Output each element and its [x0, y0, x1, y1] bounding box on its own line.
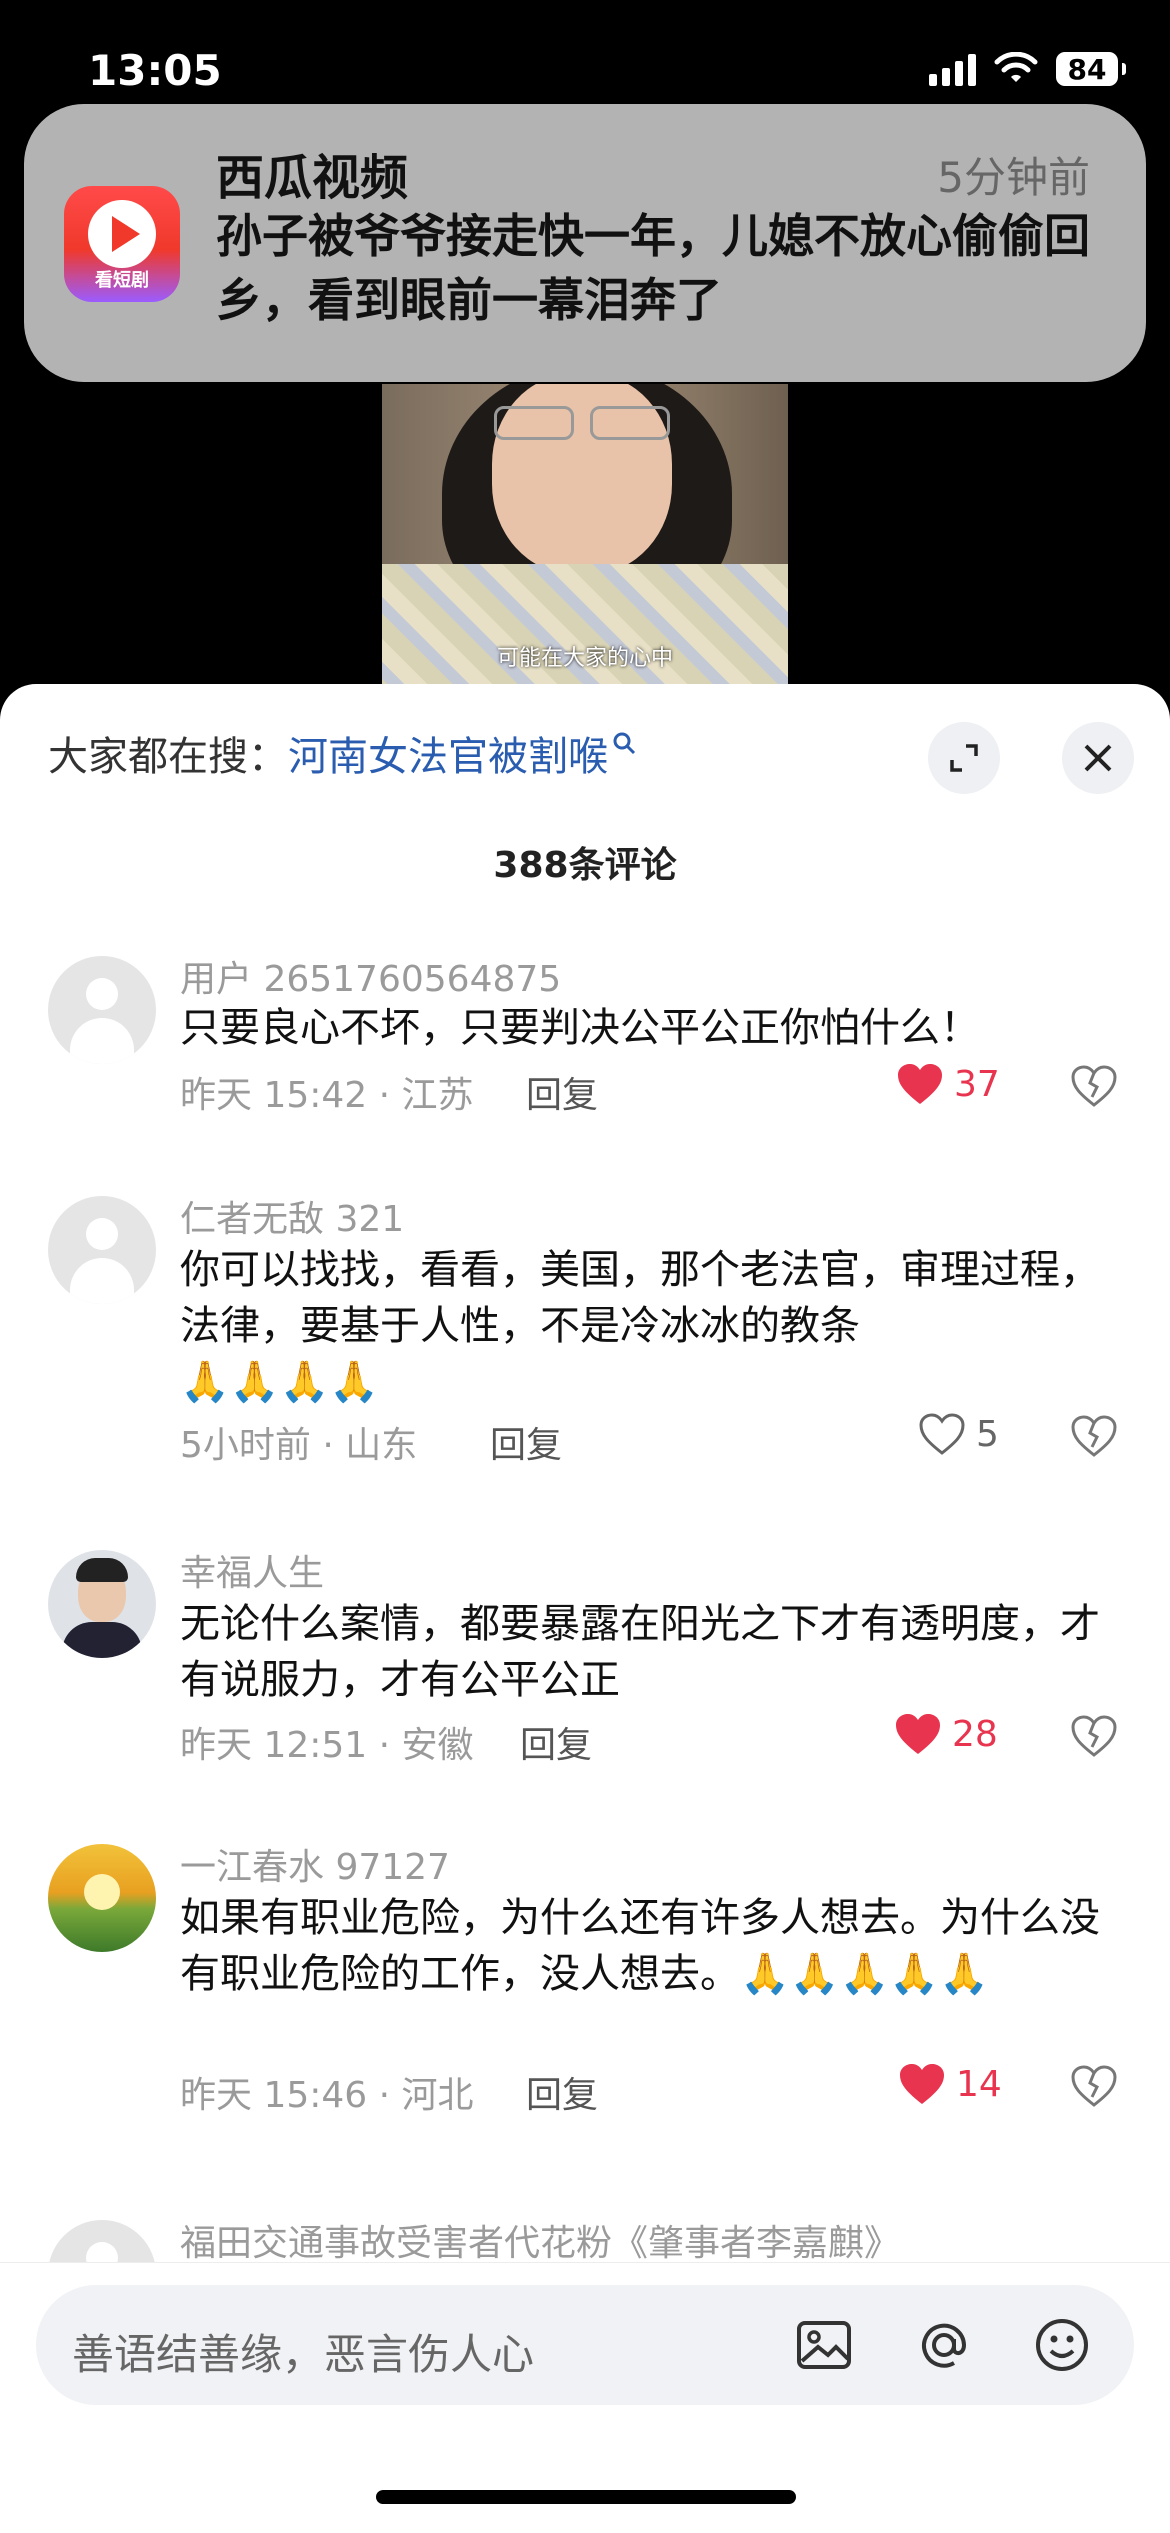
emoji-icon: [1036, 2319, 1088, 2371]
video-subtitle: 可能在大家的心中: [496, 646, 673, 671]
signal-icon: [929, 52, 976, 86]
notification-body: 孙子被爷爷接走快一年，儿媳不放心偷偷回乡，看到眼前一幕泪奔了: [216, 209, 1090, 327]
avatar[interactable]: [48, 1844, 156, 1952]
mention-button[interactable]: [908, 2309, 980, 2381]
comment-text: 只要良心不坏，只要判决公平公正你怕什么！: [180, 1005, 980, 1051]
at-icon: [922, 2323, 967, 2368]
expand-icon: [950, 744, 978, 772]
like-button[interactable]: 37: [896, 1062, 1000, 1106]
dislike-icon[interactable]: [1070, 1064, 1118, 1108]
comment-username[interactable]: 福田交通事故受害者代花粉《肇事者李嘉麒》: [180, 2214, 900, 2266]
comment-username[interactable]: 用户 2651760564875: [180, 950, 561, 1002]
like-count: 28: [952, 1713, 998, 1755]
reply-button[interactable]: 回复: [526, 1066, 598, 1118]
comment-username[interactable]: 一江春水 97127: [180, 1838, 450, 1890]
comment-count: 388条评论: [493, 845, 677, 886]
image-icon: [797, 2321, 851, 2369]
emoji-button[interactable]: [1026, 2309, 1098, 2381]
search-term-link[interactable]: 河南女法官被割喉: [288, 724, 608, 782]
notification-time: 5分钟前: [937, 153, 1090, 202]
comment-time-location: 5小时前 · 山东: [180, 1425, 418, 1466]
search-icon: [612, 729, 636, 762]
app-icon: 看短剧: [64, 186, 180, 302]
comment-input-placeholder: 善语结善缘，恶言伤人心: [72, 2330, 535, 2379]
heart-icon: [900, 2064, 944, 2104]
trending-search[interactable]: 大家都在搜： 河南女法官被割喉: [48, 724, 636, 782]
notification-app-name: 西瓜视频: [216, 150, 409, 206]
like-button[interactable]: 5: [918, 1412, 999, 1456]
status-icons: 84: [929, 52, 1126, 86]
avatar[interactable]: [48, 956, 156, 1064]
avatar[interactable]: [48, 1196, 156, 1304]
video-player[interactable]: 可能在大家的心中: [382, 384, 788, 684]
search-prefix: 大家都在搜：: [48, 734, 288, 780]
comment-emoji: 🙏🙏🙏🙏: [180, 1359, 380, 1405]
status-time: 13:05: [88, 46, 222, 95]
reply-button[interactable]: 回复: [526, 2066, 598, 2118]
comment-text: 如果有职业危险，为什么还有许多人想去。为什么没有职业危险的工作，没人想去。🙏🙏🙏…: [180, 1895, 1100, 1997]
heart-icon: [896, 1714, 940, 1754]
like-button[interactable]: 28: [894, 1712, 998, 1756]
like-count: 14: [956, 2063, 1002, 2105]
dislike-icon[interactable]: [1070, 2064, 1118, 2108]
reply-button[interactable]: 回复: [490, 1416, 562, 1468]
battery-icon: 84: [1056, 52, 1126, 86]
heart-icon: [898, 1064, 942, 1104]
comment-text: 你可以找找，看看，美国，那个老法官，审理过程，法律，要基于人性，不是冷冰冰的教条…: [180, 1242, 1110, 1410]
close-button[interactable]: [1062, 722, 1134, 794]
avatar[interactable]: [48, 1550, 156, 1658]
close-icon: [1084, 744, 1112, 772]
like-count: 37: [954, 1063, 1000, 1105]
comment-time-location: 昨天 12:51 · 安徽: [180, 1725, 474, 1766]
wifi-icon: [994, 52, 1038, 82]
dislike-icon[interactable]: [1070, 1414, 1118, 1458]
app-icon-tag: 看短剧: [95, 270, 149, 291]
comment-time-location: 昨天 15:46 · 河北: [180, 2075, 474, 2116]
reply-button[interactable]: 回复: [520, 1716, 592, 1768]
comment-username[interactable]: 幸福人生: [180, 1544, 324, 1596]
heart-outline-icon: [919, 1413, 965, 1455]
image-button[interactable]: [788, 2309, 860, 2381]
comment-text-body: 你可以找找，看看，美国，那个老法官，审理过程，法律，要基于人性，不是冷冰冰的教条: [180, 1247, 1100, 1349]
like-button[interactable]: 14: [898, 2062, 1002, 2106]
comment-username[interactable]: 仁者无敌 321: [180, 1190, 404, 1242]
comment-time-location: 昨天 15:42 · 江苏: [180, 1075, 474, 1116]
like-count: 5: [976, 1413, 999, 1455]
home-indicator[interactable]: [376, 2490, 796, 2504]
comment-text: 无论什么案情，都要暴露在阳光之下才有透明度，才有说服力，才有公平公正: [180, 1601, 1100, 1703]
status-bar: 13:05 84: [0, 0, 1170, 100]
expand-button[interactable]: [928, 722, 1000, 794]
comment-input[interactable]: 善语结善缘，恶言伤人心: [36, 2285, 1134, 2405]
comment-sheet: 大家都在搜： 河南女法官被割喉 388条评论 用户 2651760564875 …: [0, 684, 1170, 2532]
notification-banner[interactable]: 看短剧 西瓜视频 5分钟前 孙子被爷爷接走快一年，儿媳不放心偷偷回乡，看到眼前一…: [24, 104, 1146, 382]
dislike-icon[interactable]: [1070, 1714, 1118, 1758]
